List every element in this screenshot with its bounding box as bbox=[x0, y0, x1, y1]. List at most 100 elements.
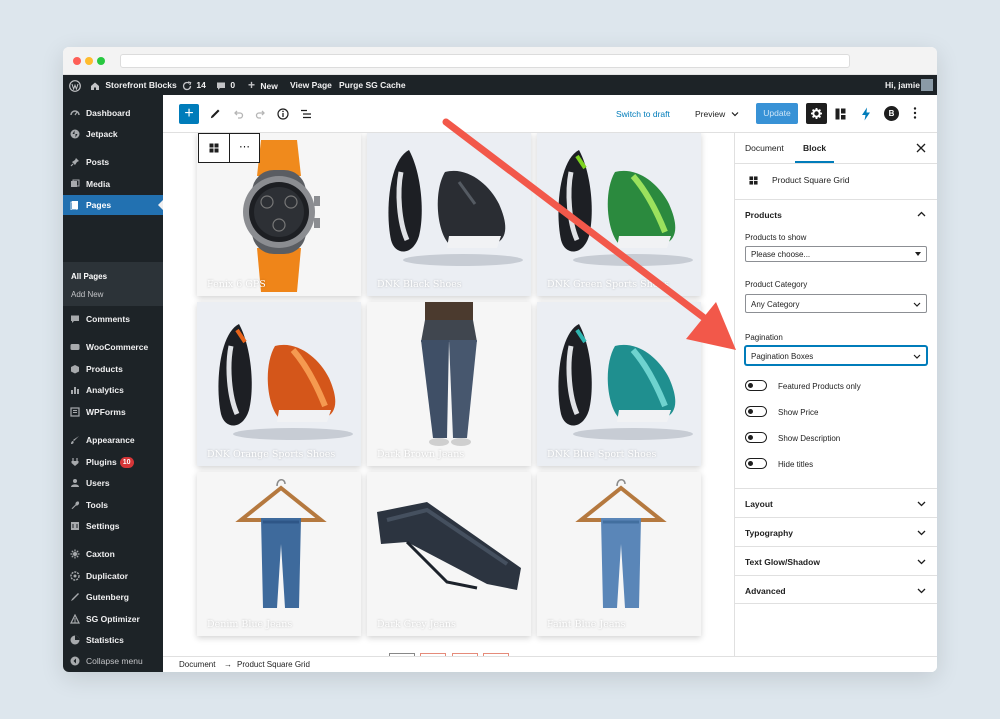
more-options-icon[interactable] bbox=[913, 106, 917, 122]
undo-icon[interactable] bbox=[232, 108, 244, 122]
sidebar-item-appearance[interactable]: Appearance bbox=[63, 430, 163, 450]
product-image-shoes bbox=[388, 150, 523, 266]
pagination-select[interactable]: Pagination Boxes bbox=[745, 346, 927, 365]
info-icon[interactable] bbox=[277, 108, 289, 122]
product-card[interactable]: DNK Blue Sport Shoes bbox=[537, 302, 701, 466]
sidebar-collapse-menu[interactable]: Collapse menu bbox=[63, 651, 163, 671]
switch-to-draft-button[interactable]: Switch to draft bbox=[616, 108, 670, 120]
product-card[interactable]: Denim Blue Jeans bbox=[197, 472, 361, 636]
tab-block[interactable]: Block bbox=[795, 133, 835, 163]
wordpress-logo-icon[interactable] bbox=[69, 75, 81, 95]
sidebar-item-settings[interactable]: Settings bbox=[63, 516, 163, 536]
sidebar-item-duplicator[interactable]: Duplicator bbox=[63, 566, 163, 586]
block-editor: + Switch to draft Preview Update B Fenix… bbox=[163, 95, 937, 672]
avatar[interactable] bbox=[921, 79, 933, 91]
product-image-shoes bbox=[558, 150, 693, 266]
block-more-options-icon[interactable]: ⋯ bbox=[239, 140, 250, 153]
section-typography-toggle[interactable]: Typography bbox=[735, 517, 937, 546]
sidebar-item-tools[interactable]: Tools bbox=[63, 495, 163, 515]
products-to-show-select[interactable]: Please choose... bbox=[745, 246, 927, 262]
preview-button[interactable]: Preview bbox=[695, 108, 739, 120]
product-card[interactable]: Faint Blue Jeans bbox=[537, 472, 701, 636]
add-block-button[interactable]: + bbox=[179, 104, 199, 124]
refresh-icon bbox=[182, 81, 192, 90]
sidebar-item-wpforms[interactable]: WPForms bbox=[63, 402, 163, 422]
sidebar-item-sg-optimizer[interactable]: SG Optimizer bbox=[63, 609, 163, 629]
pin-icon bbox=[70, 158, 79, 167]
section-products-toggle[interactable]: Products bbox=[735, 199, 937, 228]
settings-gear-button[interactable] bbox=[806, 103, 827, 124]
sidebar-item-posts[interactable]: Posts bbox=[63, 152, 163, 172]
chevron-down-icon bbox=[731, 112, 739, 117]
gutenberg-icon bbox=[71, 593, 79, 601]
block-layout-icon[interactable] bbox=[835, 108, 846, 122]
sidebar-item-caxton[interactable]: Caxton bbox=[63, 544, 163, 564]
products-to-show-label: Products to show bbox=[745, 233, 807, 242]
sidebar-item-analytics[interactable]: Analytics bbox=[63, 380, 163, 400]
featured-products-toggle[interactable] bbox=[745, 380, 767, 391]
sidebar-item-plugins[interactable]: Plugins 10 bbox=[63, 452, 163, 472]
sidebar-item-jetpack[interactable]: Jetpack bbox=[63, 124, 163, 144]
editor-canvas: Fenix 6 GPS ⋯ DNK Black Shoes DNK Green … bbox=[163, 133, 734, 656]
submenu-all-pages[interactable]: All Pages bbox=[71, 272, 107, 281]
minimize-window-dot[interactable] bbox=[85, 57, 93, 65]
chevron-down-icon bbox=[917, 530, 926, 536]
close-panel-button[interactable] bbox=[915, 142, 927, 156]
breadcrumb: Document → Product Square Grid bbox=[163, 656, 937, 672]
product-card[interactable]: DNK Black Shoes bbox=[367, 133, 531, 296]
section-text-glow-toggle[interactable]: Text Glow/Shadow bbox=[735, 546, 937, 575]
sidebar-item-pages[interactable]: Pages bbox=[63, 195, 163, 215]
sidebar-item-statistics[interactable]: Statistics bbox=[63, 630, 163, 650]
address-bar[interactable] bbox=[120, 54, 850, 68]
maximize-window-dot[interactable] bbox=[97, 57, 105, 65]
sidebar-item-comments[interactable]: Comments bbox=[63, 309, 163, 329]
plugins-update-badge: 10 bbox=[119, 457, 134, 468]
update-button[interactable]: Update bbox=[756, 103, 798, 124]
show-description-toggle[interactable] bbox=[745, 432, 767, 443]
submenu-add-new[interactable]: Add New bbox=[71, 290, 103, 299]
admin-sidebar: Dashboard Jetpack Posts Media Pages All … bbox=[63, 95, 163, 672]
close-window-dot[interactable] bbox=[73, 57, 81, 65]
pagination-label: Pagination bbox=[745, 333, 783, 342]
sidebar-item-dashboard[interactable]: Dashboard bbox=[63, 103, 163, 123]
browser-window: Storefront Blocks 14 0 + New View Page P… bbox=[63, 47, 937, 672]
outline-list-icon[interactable] bbox=[300, 108, 312, 122]
breadcrumb-current-block[interactable]: Product Square Grid bbox=[237, 657, 310, 672]
hide-titles-toggle[interactable] bbox=[745, 458, 767, 469]
product-card[interactable]: DNK Green Sports Shoes bbox=[537, 133, 701, 296]
section-layout-toggle[interactable]: Layout bbox=[735, 488, 937, 517]
redo-icon[interactable] bbox=[255, 108, 267, 122]
updates-link[interactable]: 14 bbox=[182, 75, 206, 95]
new-content-link[interactable]: + New bbox=[248, 75, 278, 95]
sidebar-item-label: Analytics bbox=[86, 385, 124, 395]
breadcrumb-document[interactable]: Document bbox=[179, 657, 215, 672]
product-card[interactable]: DNK Orange Sports Shoes bbox=[197, 302, 361, 466]
product-category-select[interactable]: Any Category bbox=[745, 294, 927, 313]
plus-icon: + bbox=[248, 78, 256, 92]
browser-chrome bbox=[63, 47, 937, 75]
wpforms-icon bbox=[70, 407, 80, 417]
chevron-down-icon bbox=[917, 559, 926, 565]
sidebar-item-users[interactable]: Users bbox=[63, 473, 163, 493]
plugin-b-button[interactable]: B bbox=[884, 106, 899, 121]
product-card[interactable]: Dark Brown Jeans bbox=[367, 302, 531, 466]
sidebar-item-woocommerce[interactable]: WooCommerce bbox=[63, 337, 163, 357]
tab-document[interactable]: Document bbox=[745, 133, 784, 163]
sidebar-item-media[interactable]: Media bbox=[63, 174, 163, 194]
block-type-grid-icon[interactable] bbox=[209, 143, 219, 153]
view-page-link[interactable]: View Page bbox=[290, 75, 332, 95]
plugin-icon bbox=[71, 458, 79, 466]
sidebar-item-label: Posts bbox=[86, 157, 110, 167]
greeting-link[interactable]: Hi, jamie bbox=[885, 75, 920, 95]
site-name-link[interactable]: Storefront Blocks bbox=[90, 75, 177, 95]
section-advanced-toggle[interactable]: Advanced bbox=[735, 575, 937, 604]
product-card[interactable]: Dark Grey Jeans bbox=[367, 472, 531, 636]
sidebar-item-products[interactable]: Products bbox=[63, 359, 163, 379]
tools-pencil-icon[interactable] bbox=[209, 108, 221, 122]
sidebar-item-gutenberg[interactable]: Gutenberg bbox=[63, 587, 163, 607]
purge-cache-link[interactable]: Purge SG Cache bbox=[339, 75, 406, 95]
dashboard-icon bbox=[70, 110, 80, 116]
lightning-icon[interactable] bbox=[861, 107, 871, 123]
comments-link[interactable]: 0 bbox=[216, 75, 235, 95]
show-price-toggle[interactable] bbox=[745, 406, 767, 417]
